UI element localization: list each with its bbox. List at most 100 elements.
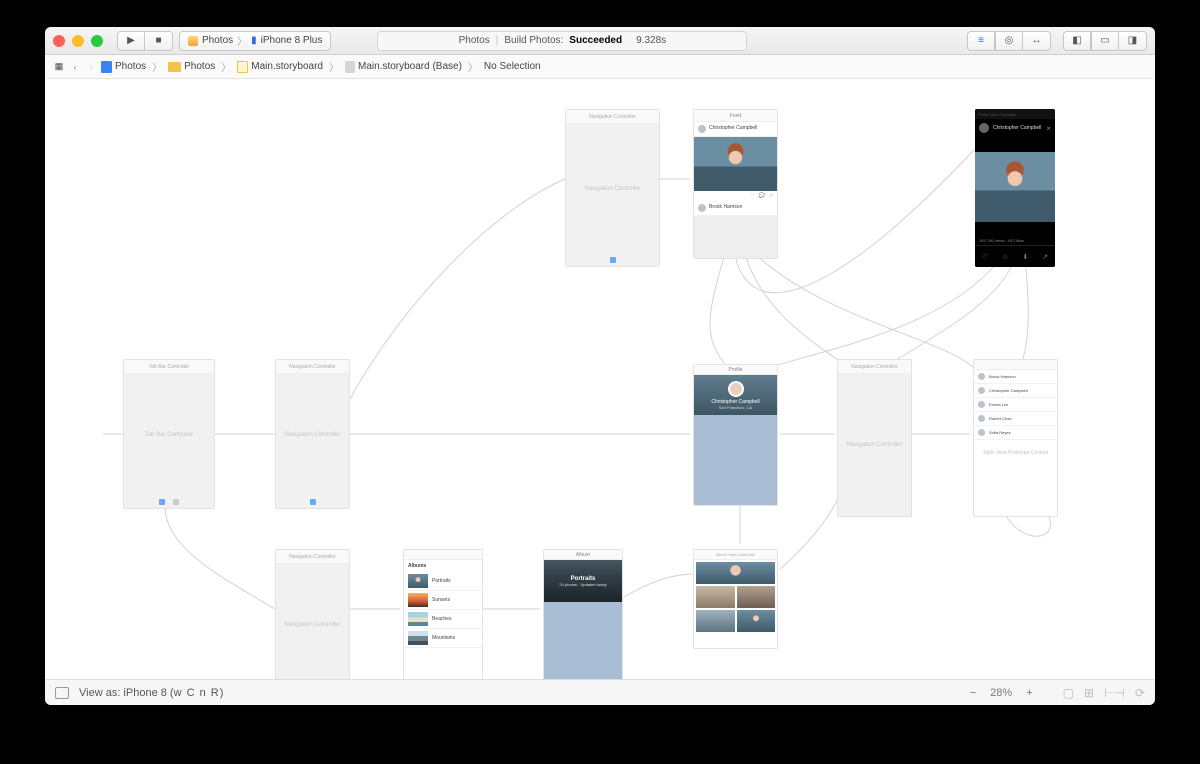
scheme-selector[interactable]: Photos 〉 ▮ iPhone 8 Plus: [179, 31, 331, 51]
storyboard-icon: [237, 61, 248, 73]
grid-cell[interactable]: [737, 610, 776, 632]
grid-cell[interactable]: [696, 610, 735, 632]
jump-seg-storyboard[interactable]: Main.storyboard: [237, 61, 323, 73]
status-time: 9.328s: [636, 35, 666, 46]
scheme-device-label: iPhone 8 Plus: [261, 35, 323, 46]
share-icon[interactable]: ↗: [1042, 253, 1048, 261]
grid-cell[interactable]: [696, 586, 735, 608]
star-icon[interactable]: ☆: [1002, 253, 1008, 261]
list-item[interactable]: Emma Lee: [974, 398, 1057, 412]
scene-album-grid[interactable]: Album View Controller: [693, 549, 778, 649]
forward-button[interactable]: ›: [85, 61, 97, 73]
device-config-icon[interactable]: [55, 687, 69, 699]
run-stop-group: ▶ ■: [117, 31, 173, 51]
scene-profile[interactable]: Profile Christopher Campbell San Francis…: [693, 364, 778, 506]
table-row[interactable]: Mountains: [404, 629, 482, 648]
download-icon[interactable]: ⬇: [1022, 253, 1028, 261]
standard-editor-button[interactable]: ≡: [967, 31, 995, 51]
project-icon: [101, 61, 112, 73]
list-item[interactable]: Christopher Campbell: [974, 384, 1057, 398]
run-button[interactable]: ▶: [117, 31, 145, 51]
stop-button[interactable]: ■: [145, 31, 173, 51]
app-icon: [188, 36, 198, 46]
list-item[interactable]: Sofia Reyes: [974, 426, 1057, 440]
scene-tabbar-controller[interactable]: Tab Bar Controller Tab Bar Controller: [123, 359, 215, 509]
back-button[interactable]: ‹: [69, 61, 81, 73]
like-icon[interactable]: ♡: [750, 193, 754, 199]
version-editor-button[interactable]: ↔: [1023, 31, 1051, 51]
zoom-out-button[interactable]: −: [970, 687, 976, 699]
like-icon[interactable]: ♡: [982, 253, 988, 261]
thumbnail: [408, 612, 428, 626]
thumbnail: [408, 574, 428, 588]
zoom-in-button[interactable]: +: [1026, 687, 1032, 699]
scene-body: Navigation Controller: [276, 374, 349, 496]
jump-bar[interactable]: ▦ ‹ › Photos 〉 Photos 〉 Main.storyboard …: [45, 55, 1155, 79]
panel-toggle-group: ◧ ▭ ◨: [1063, 31, 1147, 51]
toggle-navigator-button[interactable]: ◧: [1063, 31, 1091, 51]
activity-status[interactable]: Photos | Build Photos: Succeeded 9.328s: [377, 31, 747, 51]
jump-seg-selection[interactable]: No Selection: [484, 61, 541, 72]
toggle-debug-button[interactable]: ▭: [1091, 31, 1119, 51]
minimize-window-button[interactable]: [72, 35, 84, 47]
chevron-icon: 〉: [468, 59, 478, 74]
tab-item-icon: [310, 499, 316, 505]
scene-photo-viewer[interactable]: Photo View Controller Christopher Campbe…: [975, 109, 1055, 267]
scene-title: Navigation Controller: [276, 360, 349, 374]
feed-cell-header: Brook Harrison: [694, 201, 777, 216]
album-hero: Portraits 24 photos · Updated today: [544, 560, 622, 602]
view-as-label[interactable]: View as: iPhone 8 (w C n R): [79, 687, 224, 699]
canvas-bottom-bar: View as: iPhone 8 (w C n R) − 28% + ▢ ⊞ …: [45, 679, 1155, 705]
chevron-icon: 〉: [329, 59, 339, 74]
toggle-inspector-button[interactable]: ◨: [1119, 31, 1147, 51]
storyboard-canvas[interactable]: Tab Bar Controller Tab Bar Controller Na…: [45, 79, 1155, 679]
zoom-window-button[interactable]: [91, 35, 103, 47]
table-footer: Table View Prototype Content: [974, 450, 1057, 456]
avatar-icon: [978, 401, 985, 408]
viewer-image: [975, 137, 1055, 236]
profile-hero: Christopher Campbell San Francisco, CA: [694, 375, 777, 415]
list-item[interactable]: Robert Chan: [974, 412, 1057, 426]
tab-item-icon: [159, 499, 165, 505]
scene-title: [974, 360, 1057, 370]
scene-feed[interactable]: Feed Christopher Campbell ♡ 💬 ↗ Brook Ha…: [693, 109, 778, 259]
table-row[interactable]: Beaches: [404, 610, 482, 629]
align-icon[interactable]: ⊞: [1084, 686, 1094, 700]
avatar-icon: [698, 125, 706, 133]
close-window-button[interactable]: [53, 35, 65, 47]
jump-seg-base[interactable]: Main.storyboard (Base): [345, 61, 462, 73]
scene-album-detail[interactable]: Album Portraits 24 photos · Updated toda…: [543, 549, 623, 679]
table-row[interactable]: Portraits: [404, 572, 482, 591]
table-row[interactable]: Sunsets: [404, 591, 482, 610]
scene-nav-controller-top[interactable]: Navigation Controller Navigation Control…: [565, 109, 660, 267]
comment-icon[interactable]: 💬: [759, 193, 765, 199]
scene-body: Navigation Controller: [566, 124, 659, 254]
related-items-icon[interactable]: ▦: [53, 61, 65, 73]
scene-nav-controller-bottom[interactable]: Navigation Controller Navigation Control…: [275, 549, 350, 679]
status-result: Succeeded: [569, 35, 622, 46]
avatar-icon: [698, 204, 706, 212]
avatar-icon: [978, 415, 985, 422]
grid-cell[interactable]: [696, 562, 775, 584]
jump-seg-project[interactable]: Photos: [101, 61, 146, 73]
section-header: Albums: [404, 560, 482, 572]
canvas-tool-icons: ▢ ⊞ ⊢⊣ ⟳: [1063, 686, 1145, 700]
scene-nav-controller-mid[interactable]: Navigation Controller Navigation Control…: [275, 359, 350, 509]
resolve-icon[interactable]: ⟳: [1135, 686, 1145, 700]
close-icon[interactable]: ×: [1046, 124, 1051, 133]
jump-seg-group[interactable]: Photos: [168, 61, 215, 72]
assistant-editor-button[interactable]: ◎: [995, 31, 1023, 51]
grid-cell[interactable]: [737, 586, 776, 608]
scene-albums-list[interactable]: Albums Portraits Sunsets Beaches Mountai…: [403, 549, 483, 679]
status-action: Build Photos:: [504, 35, 563, 46]
scene-nav-controller-right[interactable]: Navigation Controller Navigation Control…: [837, 359, 912, 517]
avatar-icon: [979, 123, 989, 133]
list-item[interactable]: Brook Harrison: [974, 370, 1057, 384]
embed-in-icon[interactable]: ▢: [1063, 686, 1074, 700]
feed-username: Brook Harrison: [709, 204, 742, 212]
folder-icon: [168, 62, 181, 72]
pin-icon[interactable]: ⊢⊣: [1104, 686, 1125, 700]
scene-likes[interactable]: Brook Harrison Christopher Campbell Emma…: [973, 359, 1058, 517]
feed-actions: ♡ 💬 ↗: [694, 191, 777, 201]
share-icon[interactable]: ↗: [769, 193, 773, 199]
